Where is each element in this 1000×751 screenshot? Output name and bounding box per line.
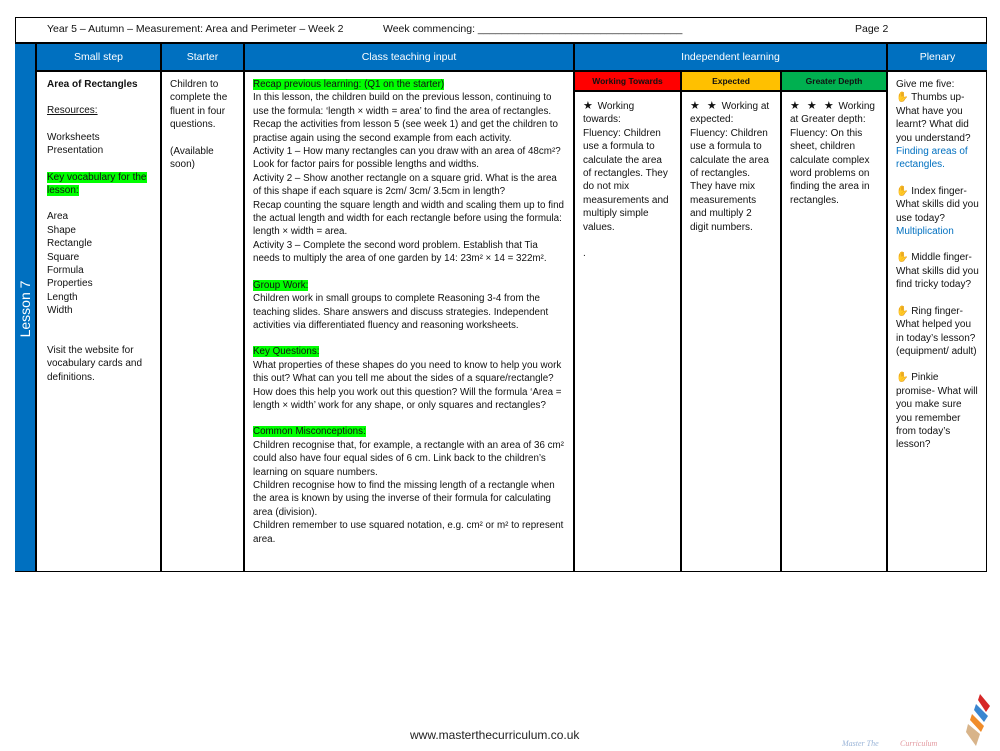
header-plenary: Plenary xyxy=(888,44,987,70)
header-class-teaching: Class teaching input xyxy=(245,44,575,70)
starter-text: Children to complete the fluent in four … xyxy=(170,79,228,131)
recap-paragraph: In this lesson, the children build on th… xyxy=(253,92,552,117)
recap-paragraph: Activity 2 – Show another rectangle on a… xyxy=(253,172,557,198)
vocab-item: Formula xyxy=(47,265,84,277)
expected-header: Expected xyxy=(682,72,782,92)
working-towards-header: Working Towards xyxy=(575,72,682,92)
plenary-answer: Finding areas of rectangles. xyxy=(896,146,968,171)
svg-text:Curriculum: Curriculum xyxy=(900,739,938,748)
hand-icon: ✋ xyxy=(896,305,909,317)
resources-label: Resources: xyxy=(47,105,98,117)
vocab-item: Properties xyxy=(47,278,93,290)
plenary-item: ✋ Thumbs up- What have you learnt? What … xyxy=(896,91,979,171)
misconception: Children recognise that, for example, a … xyxy=(253,439,564,478)
recap-label: Recap previous learning: (Q1 on the star… xyxy=(253,79,445,90)
recap-paragraph: Activity 3 – Complete the second word pr… xyxy=(253,239,547,265)
vocab-item: Shape xyxy=(47,224,76,236)
starter-note: (Available soon) xyxy=(170,145,214,171)
resource-item: Worksheets xyxy=(47,131,100,143)
vocab-note: Visit the website for vocabulary cards a… xyxy=(47,344,143,383)
hand-icon: ✋ xyxy=(896,252,909,264)
key-questions-label: Key Questions: xyxy=(253,346,320,358)
star-icon: ★ xyxy=(583,100,595,112)
recap-paragraph: Recap counting the square length and wid… xyxy=(253,199,564,238)
key-questions-text: What properties of these shapes do you n… xyxy=(253,359,562,411)
week-commencing: Week commencing: _______________________… xyxy=(383,23,683,35)
recap-paragraph: Recap the activities from lesson 5 (see … xyxy=(253,119,558,144)
footer-url: www.masterthecurriculum.co.uk xyxy=(410,728,580,742)
star-icon: ★ ★ ★ xyxy=(790,100,836,112)
plenary-item: ✋ Ring finger- What helped you in today’… xyxy=(896,305,977,357)
vocab-item: Width xyxy=(47,305,73,317)
vocab-item: Length xyxy=(47,291,78,303)
expected-cell: ★ ★ Working at expected: Fluency: Childr… xyxy=(682,70,782,571)
working-towards-cell: ★ Working towards: Fluency: Children use… xyxy=(575,70,682,571)
vocab-label: Key vocabulary for the lesson: xyxy=(47,171,147,197)
misconception: Children remember to use squared notatio… xyxy=(253,520,564,545)
document-title: Year 5 – Autumn – Measurement: Area and … xyxy=(47,23,344,35)
lesson-label-column: Lesson 7 xyxy=(15,44,37,571)
star-icon: ★ ★ xyxy=(690,100,719,112)
small-step-cell: Area of Rectangles Resources: Worksheets… xyxy=(37,70,162,571)
resource-item: Presentation xyxy=(47,145,104,157)
header-starter: Starter xyxy=(162,44,245,70)
hand-icon: ✋ xyxy=(896,92,909,104)
group-work-label: Group Work: xyxy=(253,279,309,291)
misconceptions-label: Common Misconceptions: xyxy=(253,426,366,438)
vocab-item: Square xyxy=(47,251,80,263)
starter-cell: Children to complete the fluent in four … xyxy=(162,70,245,571)
plenary-item: ✋ Index finger- What skills did you use … xyxy=(896,185,979,238)
greater-depth-header: Greater Depth xyxy=(782,72,888,92)
class-teaching-cell: Recap previous learning: (Q1 on the star… xyxy=(245,70,575,571)
misconception: Children recognise how to find the missi… xyxy=(253,479,555,518)
title-bar: Year 5 – Autumn – Measurement: Area and … xyxy=(15,17,987,44)
page-number: Page 2 xyxy=(855,23,889,35)
master-the-curriculum-logo: Master The Curriculum xyxy=(840,692,990,748)
recap-paragraph: Activity 1 – How many rectangles can you… xyxy=(253,146,561,171)
hand-icon: ✋ xyxy=(896,372,909,384)
plenary-answer: Multiplication xyxy=(896,226,954,238)
greater-depth-cell: ★ ★ ★ Working at Greater depth: Fluency:… xyxy=(782,70,888,571)
lesson-label: Lesson 7 xyxy=(17,280,33,338)
level-text: Fluency: Children use a formula to calcu… xyxy=(690,127,769,233)
vocab-item: Rectangle xyxy=(47,238,93,250)
plenary-intro: Give me five: xyxy=(896,79,955,90)
hand-icon: ✋ xyxy=(896,185,909,197)
plenary-item: ✋ Middle finger- What skills did you fin… xyxy=(896,252,979,291)
header-small-step: Small step xyxy=(37,44,162,70)
svg-text:Master The: Master The xyxy=(841,739,879,748)
level-extra: . xyxy=(583,248,586,260)
group-work-text: Children work in small groups to complet… xyxy=(253,293,549,331)
plenary-item: ✋ Pinkie promise- What will you make sur… xyxy=(896,372,978,451)
plenary-cell: Give me five: ✋ Thumbs up- What have you… xyxy=(888,70,987,571)
step-title: Area of Rectangles xyxy=(47,79,138,90)
level-text: Fluency: Children use a formula to calcu… xyxy=(583,127,669,233)
header-independent: Independent learning xyxy=(575,44,888,70)
level-text: Fluency: On this sheet, children calcula… xyxy=(790,127,870,206)
vocab-item: Area xyxy=(47,211,69,223)
